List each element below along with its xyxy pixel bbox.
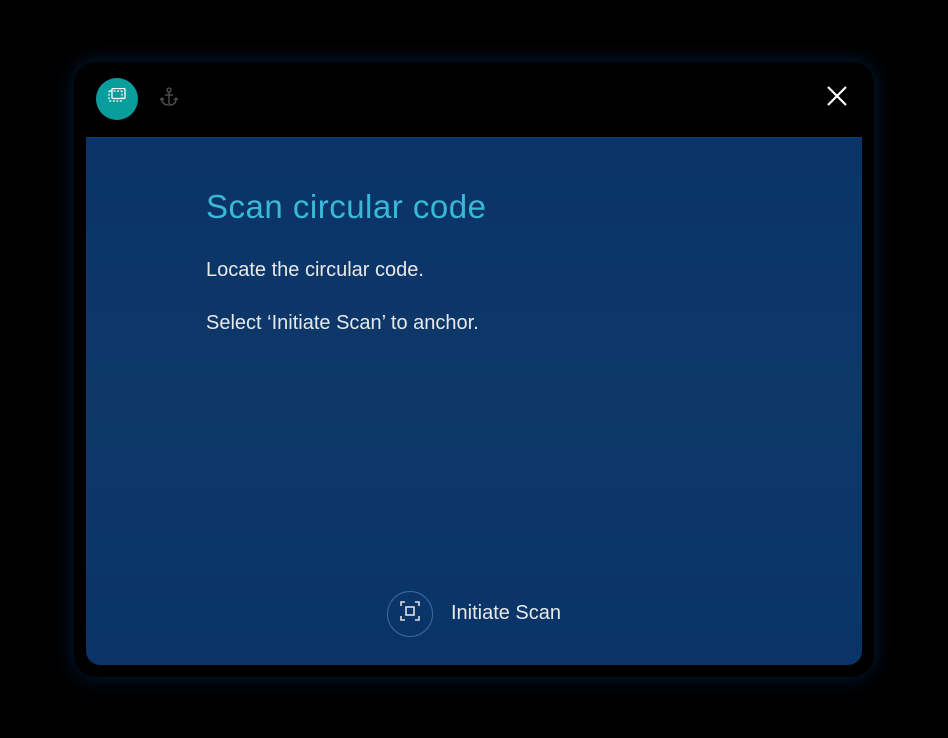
tab-scan[interactable] [96,78,138,120]
dialog-heading: Scan circular code [206,188,742,226]
close-icon [825,84,849,113]
close-button[interactable] [822,84,852,114]
dialog-window: Scan circular code Locate the circular c… [74,62,874,677]
dialog-instruction-1: Locate the circular code. [206,256,742,284]
scan-icon-circle [387,591,433,637]
content-panel: Scan circular code Locate the circular c… [86,137,862,665]
dialog-instruction-2: Select ‘Initiate Scan’ to anchor. [206,309,742,337]
initiate-scan-button[interactable]: Initiate Scan [387,591,561,637]
titlebar [74,62,874,137]
tab-anchor[interactable] [154,84,184,114]
action-bar: Initiate Scan [86,591,862,637]
hologram-icon [106,88,128,111]
tab-icons-group [96,78,184,120]
scan-frame-icon [399,600,421,627]
initiate-scan-label: Initiate Scan [451,602,561,625]
anchor-icon [160,87,178,112]
